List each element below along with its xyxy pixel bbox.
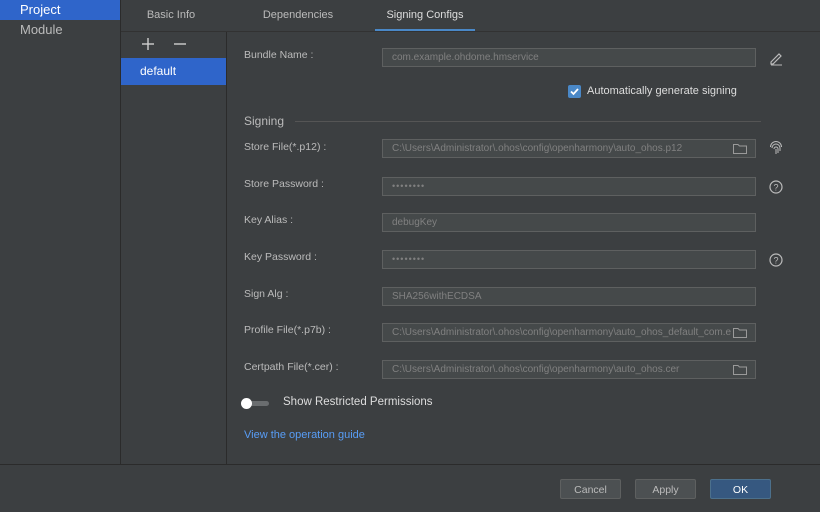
apply-button[interactable]: Apply bbox=[635, 479, 696, 499]
key-alias-label: Key Alias : bbox=[244, 214, 294, 226]
tab-basic-info[interactable]: Basic Info bbox=[137, 0, 205, 31]
help-icon: ? bbox=[769, 253, 783, 267]
sign-alg-field[interactable]: SHA256withECDSA bbox=[382, 287, 756, 306]
fingerprint-button[interactable] bbox=[768, 141, 784, 157]
add-config-button[interactable] bbox=[138, 34, 158, 54]
fingerprint-icon bbox=[770, 141, 782, 154]
tab-bar: Basic Info Dependencies Signing Configs bbox=[121, 0, 820, 32]
config-item-default[interactable]: default bbox=[121, 58, 226, 85]
signing-config-form: Bundle Name : com.example.ohdome.hmservi… bbox=[227, 32, 820, 464]
store-password-field[interactable]: •••••••• bbox=[382, 177, 756, 196]
toggle-knob bbox=[241, 398, 252, 409]
folder-icon[interactable] bbox=[733, 364, 747, 375]
key-alias-field[interactable]: debugKey bbox=[382, 213, 756, 232]
edit-bundle-name-button[interactable] bbox=[768, 50, 784, 66]
certpath-file-label: Certpath File(*.cer) : bbox=[244, 361, 339, 373]
sidebar-item-project[interactable]: Project bbox=[0, 0, 120, 20]
restricted-permissions-label: Show Restricted Permissions bbox=[283, 396, 433, 408]
help-icon: ? bbox=[769, 180, 783, 194]
operation-guide-link[interactable]: View the operation guide bbox=[244, 429, 365, 441]
bundle-name-field[interactable]: com.example.ohdome.hmservice bbox=[382, 48, 756, 67]
config-list-toolbar bbox=[121, 32, 226, 56]
ok-button[interactable]: OK bbox=[710, 479, 771, 499]
tab-dependencies[interactable]: Dependencies bbox=[256, 0, 340, 31]
section-divider bbox=[295, 121, 761, 122]
pencil-icon bbox=[770, 53, 782, 66]
folder-icon[interactable] bbox=[733, 143, 747, 154]
tab-signing-configs[interactable]: Signing Configs bbox=[375, 0, 475, 31]
folder-icon[interactable] bbox=[733, 327, 747, 338]
signing-section-title: Signing bbox=[244, 114, 285, 128]
dialog-footer: Cancel Apply OK bbox=[0, 464, 820, 512]
key-password-label: Key Password : bbox=[244, 251, 317, 263]
key-password-help-button[interactable]: ? bbox=[768, 252, 784, 268]
svg-text:?: ? bbox=[773, 183, 778, 193]
restricted-permissions-toggle[interactable] bbox=[241, 398, 271, 409]
auto-sign-checkbox-row[interactable]: Automatically generate signing bbox=[568, 84, 737, 98]
auto-sign-label: Automatically generate signing bbox=[587, 85, 737, 97]
sign-alg-label: Sign Alg : bbox=[244, 288, 289, 300]
profile-file-label: Profile File(*.p7b) : bbox=[244, 324, 331, 336]
checkmark-icon bbox=[570, 87, 579, 95]
key-password-field[interactable]: •••••••• bbox=[382, 250, 756, 269]
store-password-help-button[interactable]: ? bbox=[768, 179, 784, 195]
bundle-name-label: Bundle Name : bbox=[244, 49, 314, 61]
store-password-label: Store Password : bbox=[244, 178, 324, 190]
sidebar-item-module[interactable]: Module bbox=[0, 20, 120, 40]
settings-sidebar: Project Module bbox=[0, 0, 121, 464]
certpath-file-value: C:\Users\Administrator\.ohos\config\open… bbox=[392, 364, 680, 375]
signing-config-list-panel: default bbox=[121, 32, 227, 464]
profile-file-value: C:\Users\Administrator\.ohos\config\open… bbox=[392, 327, 732, 338]
profile-file-field[interactable]: C:\Users\Administrator\.ohos\config\open… bbox=[382, 323, 756, 342]
store-file-field[interactable]: C:\Users\Administrator\.ohos\config\open… bbox=[382, 139, 756, 158]
certpath-file-field[interactable]: C:\Users\Administrator\.ohos\config\open… bbox=[382, 360, 756, 379]
plus-icon bbox=[142, 38, 154, 50]
cancel-button[interactable]: Cancel bbox=[560, 479, 621, 499]
remove-config-button[interactable] bbox=[170, 34, 190, 54]
auto-sign-checkbox[interactable] bbox=[568, 84, 581, 98]
store-file-value: C:\Users\Administrator\.ohos\config\open… bbox=[392, 143, 683, 154]
svg-text:?: ? bbox=[773, 256, 778, 266]
minus-icon bbox=[174, 43, 186, 45]
store-file-label: Store File(*.p12) : bbox=[244, 141, 327, 153]
